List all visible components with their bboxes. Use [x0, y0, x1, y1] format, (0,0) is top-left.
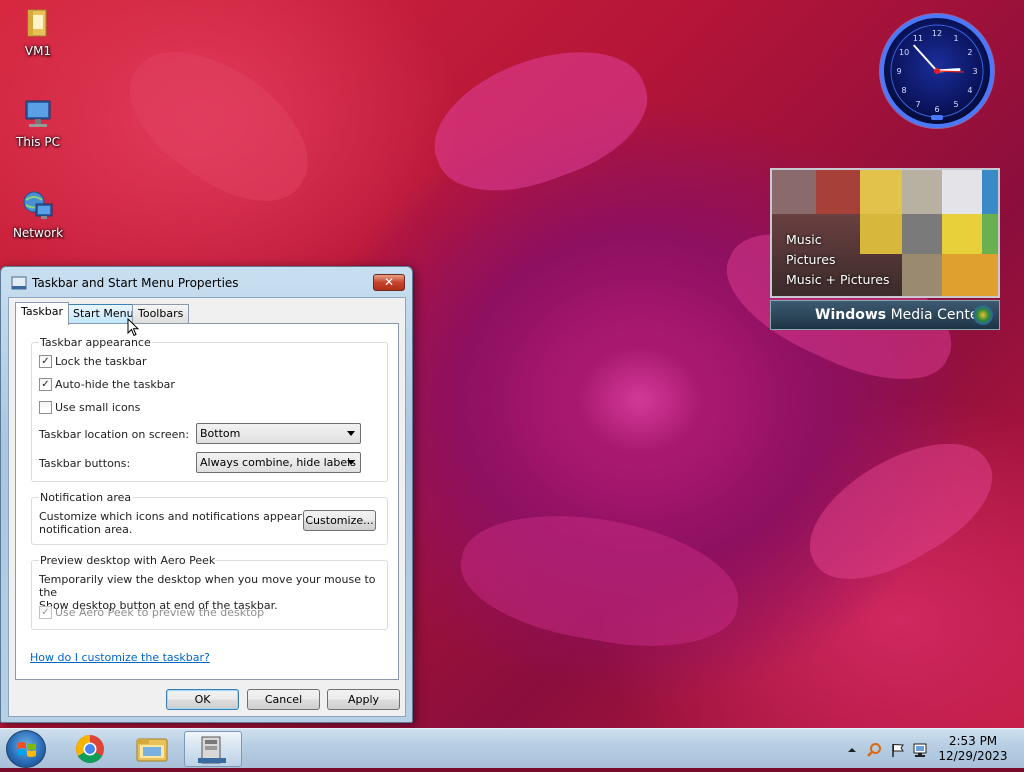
- clock-numeral: 8: [902, 86, 907, 95]
- group-title-appearance: Taskbar appearance: [39, 336, 152, 349]
- checkbox-auto-hide[interactable]: ✓ Auto-hide the taskbar: [39, 377, 175, 394]
- desktop-icon-label: VM1: [24, 44, 52, 58]
- checkbox-lock-taskbar[interactable]: ✓ Lock the taskbar: [39, 354, 147, 371]
- dialog-title-bar[interactable]: Taskbar and Start Menu Properties ✕: [1, 267, 412, 297]
- clock-numeral: 1: [953, 34, 958, 43]
- taskbar-properties-button[interactable]: [184, 731, 242, 767]
- chrome-icon: [76, 735, 104, 763]
- cancel-button[interactable]: Cancel: [247, 689, 320, 710]
- clock-numeral: 6: [934, 105, 939, 114]
- checkbox-label: Auto-hide the taskbar: [55, 378, 175, 391]
- chevron-down-icon: [347, 431, 355, 436]
- clock-gadget[interactable]: 1 2 3 4 5 6 7 8 9 10 11 12: [876, 10, 998, 132]
- tab-toolbars[interactable]: Toolbars: [132, 304, 190, 324]
- computer-icon: [20, 97, 56, 133]
- tab-panel-taskbar: Taskbar appearance ✓ Lock the taskbar ✓ Au…: [15, 323, 399, 680]
- media-tiles[interactable]: Music Pictures Music + Pictures: [770, 168, 1000, 298]
- apply-button[interactable]: Apply: [327, 689, 400, 710]
- clock-numeral: 10: [899, 48, 909, 57]
- clock-face-icon: 123456789101112: [879, 13, 995, 129]
- taskbar-location-label: Taskbar location on screen:: [39, 428, 190, 441]
- system-date: 12/29/2023: [938, 749, 1008, 763]
- taskbar: 2:53 PM 12/29/2023: [0, 728, 1024, 768]
- checkbox-label: Lock the taskbar: [55, 355, 147, 368]
- clock-numeral: 7: [915, 100, 920, 109]
- clock-numeral: 9: [896, 67, 901, 76]
- desktop-icon-label: Network: [12, 226, 64, 240]
- system-time: 2:53 PM: [948, 734, 998, 748]
- folder-icon: [20, 6, 56, 42]
- taskbar-explorer-button[interactable]: [123, 731, 181, 767]
- clock-numeral: 2: [967, 48, 972, 57]
- network-icon: [20, 188, 56, 224]
- checkbox-aero-peek: ✓ Use Aero Peek to preview the desktop: [39, 605, 265, 622]
- close-button[interactable]: ✕: [373, 274, 405, 291]
- mouse-cursor-icon: [127, 317, 140, 337]
- group-taskbar-appearance: Taskbar appearance ✓ Lock the taskbar ✓ Au…: [31, 336, 388, 482]
- windows-logo-icon: [973, 305, 993, 325]
- action-center-flag-icon[interactable]: [890, 742, 906, 758]
- group-notification-area: Notification area Customize which icons …: [31, 491, 388, 545]
- ok-button[interactable]: OK: [166, 689, 239, 710]
- media-center-launch-bar[interactable]: Windows Media Center: [770, 300, 1000, 330]
- search-icon[interactable]: [866, 742, 882, 758]
- checkbox-label: Use Aero Peek to preview the desktop: [55, 606, 265, 619]
- desktop-icon-label: This PC: [16, 135, 60, 149]
- media-menu-music-pictures[interactable]: Music + Pictures: [786, 270, 890, 290]
- clock-numeral: 4: [967, 86, 972, 95]
- checkbox-box[interactable]: ✓: [39, 354, 52, 368]
- taskbar-properties-dialog: Taskbar and Start Menu Properties ✕ Task…: [0, 266, 413, 723]
- clock-numeral: 12: [932, 29, 942, 38]
- network-tray-icon[interactable]: [912, 742, 928, 758]
- taskbar-properties-icon: [198, 736, 226, 764]
- taskbar-buttons-select[interactable]: Always combine, hide labels: [196, 452, 361, 473]
- media-center-gadget[interactable]: Music Pictures Music + Pictures Windows …: [770, 168, 1000, 330]
- checkbox-box[interactable]: [39, 400, 52, 414]
- notification-description: Customize which icons and notifications …: [39, 510, 337, 536]
- help-link[interactable]: How do I customize the taskbar?: [30, 651, 210, 664]
- taskbar-location-select[interactable]: Bottom: [196, 423, 361, 444]
- checkbox-box[interactable]: ✓: [39, 377, 52, 391]
- media-menu-music[interactable]: Music: [786, 230, 890, 250]
- customize-button[interactable]: Customize...: [303, 510, 376, 531]
- chevron-down-icon: [347, 460, 355, 465]
- taskbar-chrome-button[interactable]: [61, 731, 119, 767]
- media-center-brand-bold: Windows: [815, 307, 887, 323]
- windows-logo-icon: [18, 742, 36, 757]
- clock-numeral: 11: [913, 34, 923, 43]
- taskbar-properties-icon: [11, 276, 27, 290]
- media-center-brand-rest: Media Center: [886, 307, 985, 323]
- dialog-body: Taskbar Start Menu Toolbars Taskbar appe…: [8, 297, 406, 717]
- media-menu: Music Pictures Music + Pictures: [786, 230, 890, 290]
- taskbar-buttons-value: Always combine, hide labels: [200, 456, 356, 469]
- tab-taskbar[interactable]: Taskbar: [15, 302, 69, 325]
- notification-text-line2: notification area.: [39, 523, 133, 536]
- group-aero-peek: Preview desktop with Aero Peek Temporari…: [31, 554, 388, 630]
- close-icon: ✕: [383, 275, 395, 289]
- dialog-title: Taskbar and Start Menu Properties: [32, 276, 239, 290]
- system-clock[interactable]: 2:53 PM 12/29/2023: [930, 734, 1016, 764]
- aero-peek-text-line1: Temporarily view the desktop when you mo…: [39, 573, 376, 599]
- checkbox-small-icons[interactable]: Use small icons: [39, 400, 141, 417]
- taskbar-location-value: Bottom: [200, 427, 241, 440]
- file-explorer-icon: [136, 738, 168, 762]
- desktop-icon-this-pc[interactable]: This PC: [3, 97, 73, 149]
- show-hidden-icons-chevron-icon[interactable]: [844, 742, 860, 758]
- group-title-notification: Notification area: [39, 491, 133, 504]
- notification-text-line1: Customize which icons and notifications …: [39, 510, 337, 523]
- media-menu-pictures[interactable]: Pictures: [786, 250, 890, 270]
- desktop-icon-vm1[interactable]: VM1: [3, 6, 73, 58]
- group-title-aero-peek: Preview desktop with Aero Peek: [39, 554, 217, 567]
- taskbar-buttons-label: Taskbar buttons:: [39, 457, 131, 470]
- checkbox-label: Use small icons: [55, 401, 141, 414]
- clock-numeral: 3: [972, 67, 977, 76]
- clock-numeral: 5: [953, 100, 958, 109]
- desktop-icon-network[interactable]: Network: [3, 188, 73, 240]
- start-button[interactable]: [6, 730, 46, 768]
- checkbox-box: ✓: [39, 605, 52, 619]
